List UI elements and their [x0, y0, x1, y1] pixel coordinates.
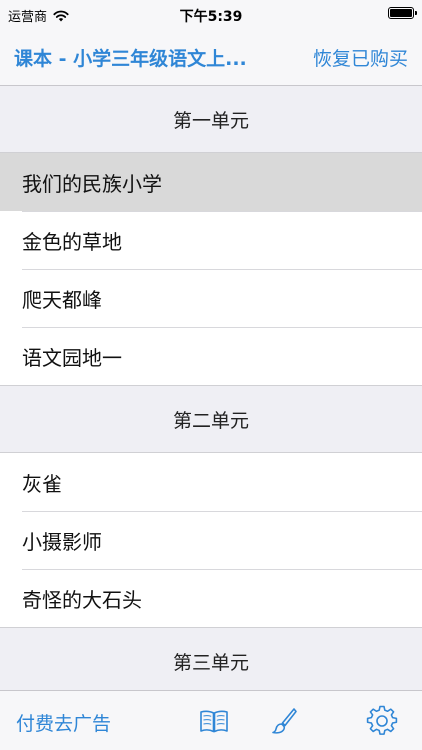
remove-ads-button[interactable]: 付费去广告 [16, 709, 111, 736]
battery-icon [388, 7, 417, 19]
book-icon[interactable] [198, 705, 230, 737]
list-item[interactable]: 奇怪的大石头 [0, 569, 422, 627]
restore-purchase-button[interactable]: 恢复已购买 [313, 44, 408, 71]
top-bar: 运营商 下午5:39 课本 - 小学三年级语文上... 恢复已购买 [0, 0, 422, 86]
status-time: 下午5:39 [179, 9, 243, 25]
list-item[interactable]: 语文园地一 [0, 327, 422, 385]
list-item[interactable]: 金色的草地 [0, 211, 422, 269]
page-title: 课本 - 小学三年级语文上... [14, 47, 247, 70]
app-screen: 运营商 下午5:39 课本 - 小学三年级语文上... 恢复已购买 第一单元 我… [0, 0, 422, 750]
list-item[interactable]: 爬天都峰 [0, 269, 422, 327]
section-rows: 我们的民族小学 金色的草地 爬天都峰 语文园地一 [0, 152, 422, 386]
section-header: 第一单元 [0, 86, 422, 152]
section-rows: 灰雀 小摄影师 奇怪的大石头 [0, 452, 422, 628]
status-bar: 运营商 下午5:39 [0, 0, 422, 28]
lesson-list: 第一单元 我们的民族小学 金色的草地 爬天都峰 语文园地一 第二单元 灰雀 小摄… [0, 86, 422, 690]
section-header: 第二单元 [0, 386, 422, 452]
navigation-bar: 课本 - 小学三年级语文上... 恢复已购买 [0, 28, 422, 86]
list-item[interactable]: 我们的民族小学 [0, 153, 422, 211]
list-item[interactable]: 小摄影师 [0, 511, 422, 569]
section-header: 第三单元 [0, 628, 422, 690]
brush-icon[interactable] [268, 705, 300, 737]
battery-fill [390, 9, 412, 17]
bottom-toolbar: 付费去广告 [0, 690, 422, 750]
gear-icon[interactable] [366, 705, 398, 737]
list-item[interactable]: 灰雀 [0, 453, 422, 511]
